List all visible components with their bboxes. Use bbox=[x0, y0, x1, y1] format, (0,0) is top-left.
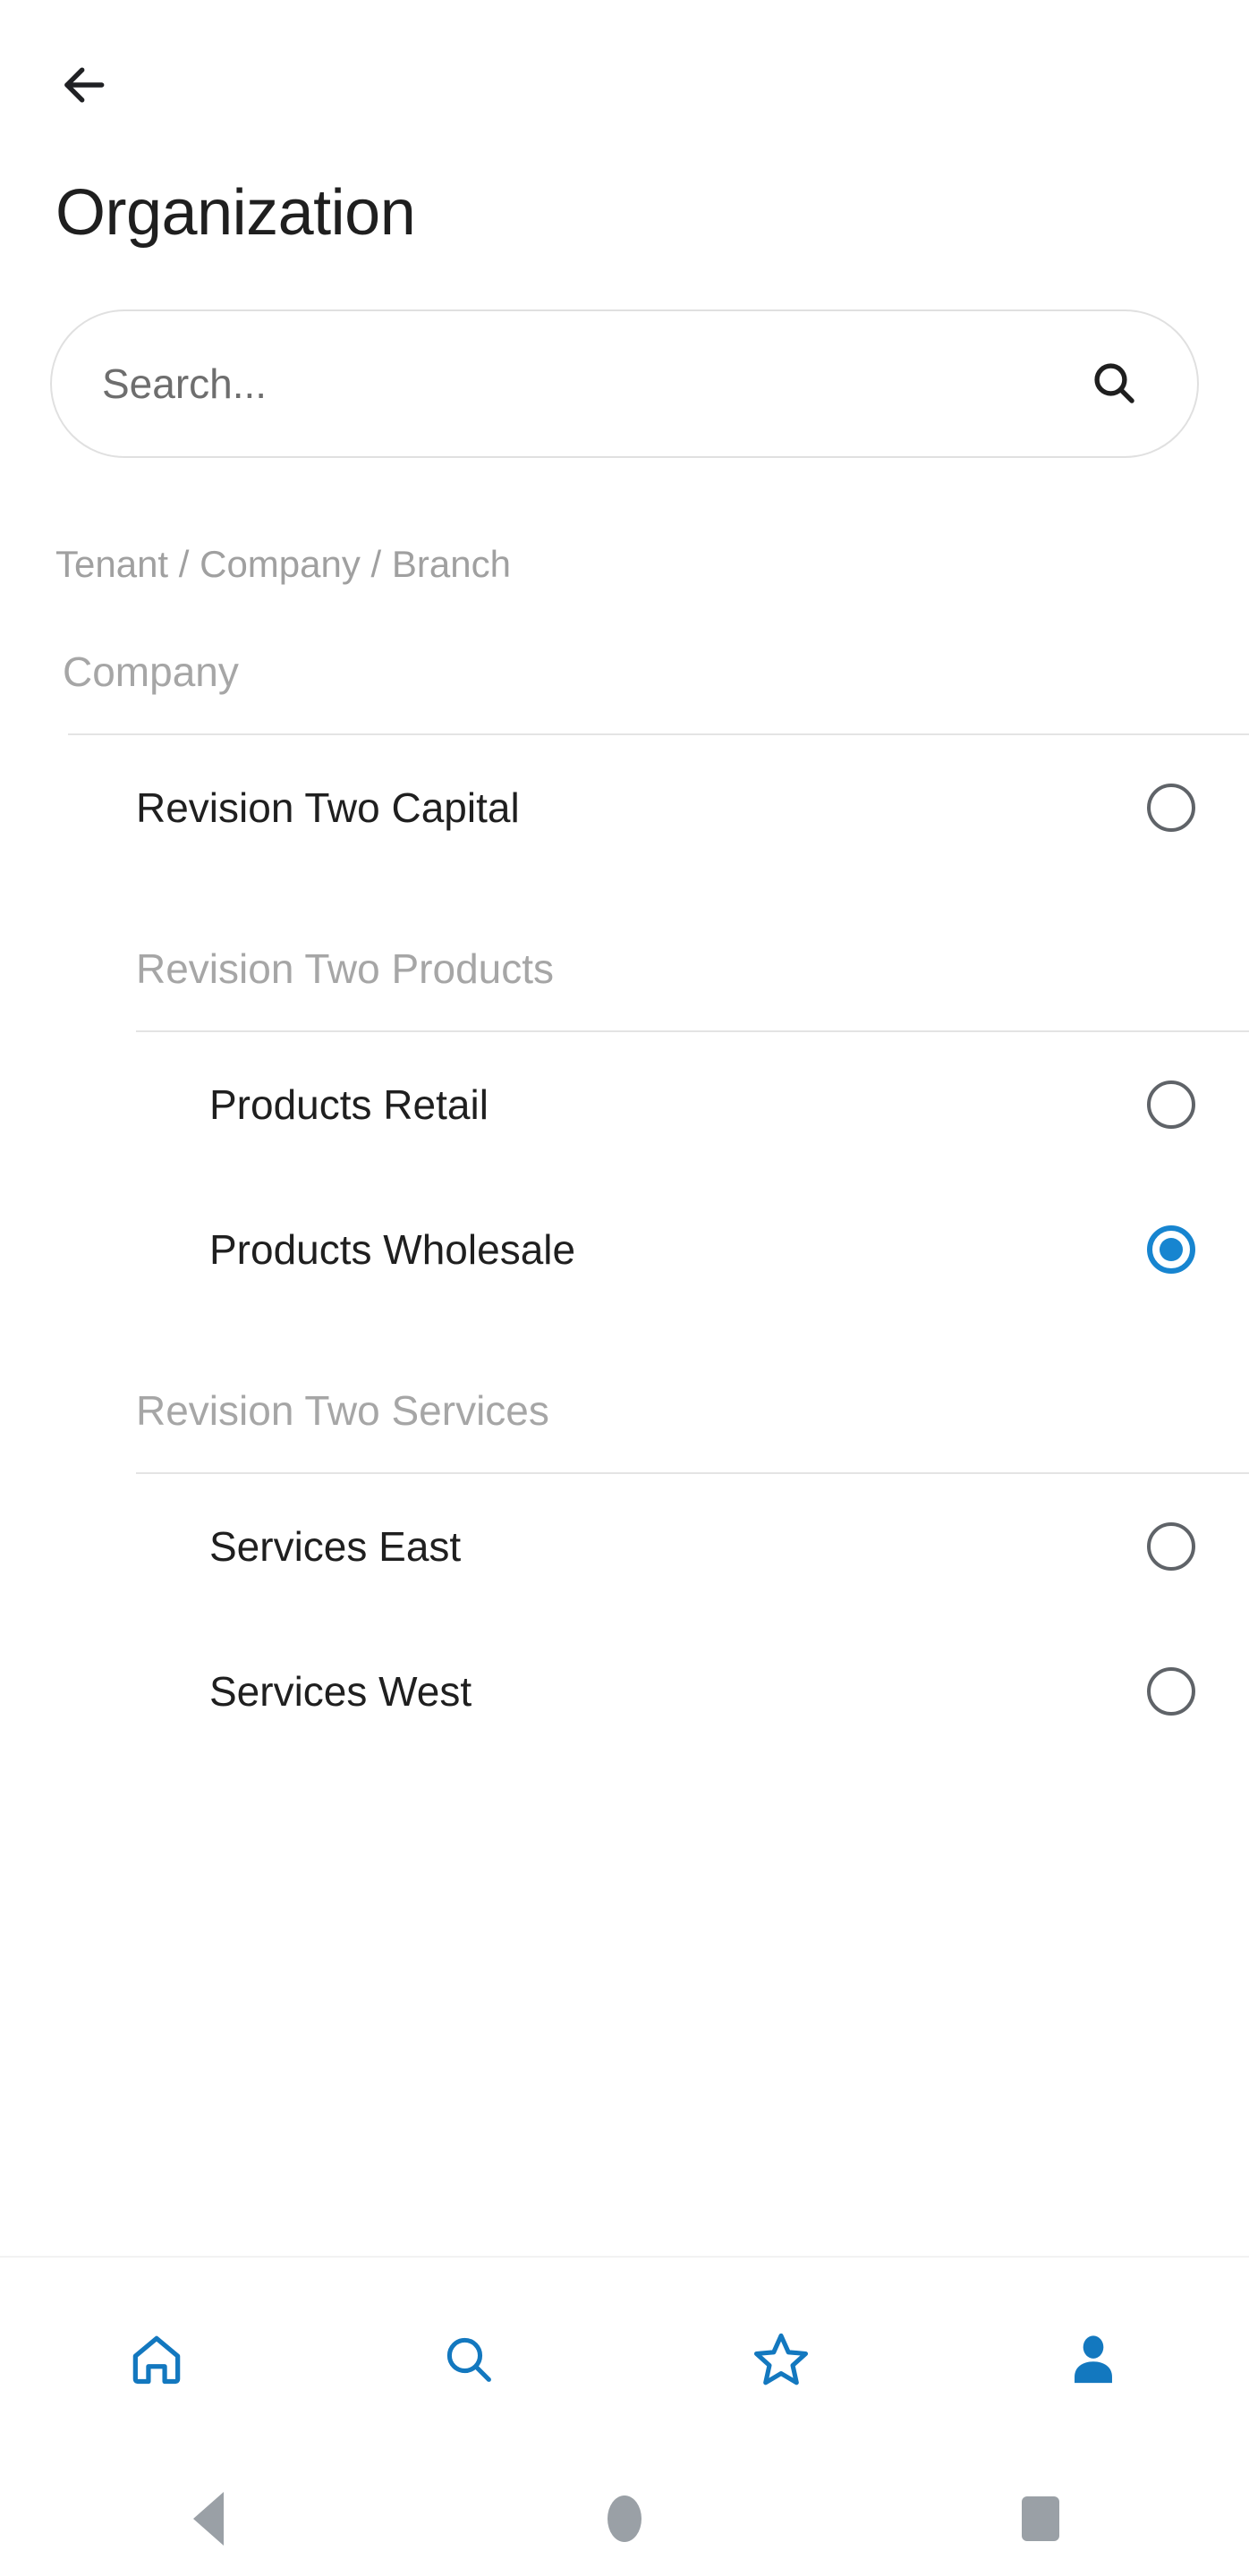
section-label-company: Company bbox=[63, 648, 239, 695]
home-icon bbox=[127, 2330, 186, 2389]
group-label: Revision Two Services bbox=[136, 1387, 549, 1434]
triangle-back-icon bbox=[192, 2492, 224, 2546]
search-box[interactable] bbox=[50, 309, 1199, 458]
list-item-label: Products Retail bbox=[209, 1081, 489, 1128]
android-system-bar bbox=[0, 2462, 1249, 2576]
nav-item-search[interactable] bbox=[312, 2258, 624, 2462]
radio-button[interactable] bbox=[1147, 1522, 1195, 1571]
search-bar bbox=[50, 309, 1199, 458]
radio-button[interactable] bbox=[1147, 1667, 1195, 1716]
back-button[interactable] bbox=[55, 42, 141, 128]
search-icon bbox=[440, 2331, 497, 2388]
system-home-button[interactable] bbox=[416, 2496, 832, 2542]
app-screen: Organization Tenant / Company / Branch C… bbox=[0, 0, 1249, 2576]
list-item-label: Products Wholesale bbox=[209, 1226, 576, 1273]
breadcrumb: Tenant / Company / Branch bbox=[55, 543, 511, 585]
radio-button-selected[interactable] bbox=[1147, 1225, 1195, 1274]
nav-item-favorites[interactable] bbox=[624, 2258, 937, 2462]
app-bar bbox=[0, 0, 1249, 170]
list-item[interactable]: Products Wholesale bbox=[0, 1177, 1249, 1322]
arrow-left-icon bbox=[55, 57, 111, 113]
search-submit-button[interactable] bbox=[1083, 352, 1145, 415]
circle-home-icon bbox=[607, 2496, 641, 2542]
list-item[interactable]: Services West bbox=[0, 1619, 1249, 1764]
search-input[interactable] bbox=[102, 360, 1083, 408]
nav-item-profile[interactable] bbox=[937, 2258, 1249, 2462]
group-label: Revision Two Products bbox=[136, 945, 555, 992]
nav-item-home[interactable] bbox=[0, 2258, 312, 2462]
list-item-label: Revision Two Capital bbox=[136, 784, 520, 831]
list-item-label: Services West bbox=[209, 1668, 472, 1715]
list-item[interactable]: Services East bbox=[0, 1474, 1249, 1619]
list-item-label: Services East bbox=[209, 1523, 462, 1570]
list-item[interactable]: Products Retail bbox=[0, 1032, 1249, 1177]
search-icon bbox=[1089, 358, 1139, 411]
radio-button[interactable] bbox=[1147, 784, 1195, 832]
bottom-navigation bbox=[0, 2256, 1249, 2462]
radio-button[interactable] bbox=[1147, 1080, 1195, 1129]
person-icon bbox=[1063, 2329, 1124, 2390]
system-recents-button[interactable] bbox=[833, 2496, 1249, 2541]
organization-list: Company Revision Two Capital Revision Tw… bbox=[0, 583, 1249, 2256]
star-icon bbox=[751, 2329, 811, 2390]
system-back-button[interactable] bbox=[0, 2492, 416, 2546]
square-recents-icon bbox=[1022, 2496, 1060, 2541]
page-title: Organization bbox=[55, 177, 416, 249]
list-item[interactable]: Revision Two Capital bbox=[0, 735, 1249, 880]
